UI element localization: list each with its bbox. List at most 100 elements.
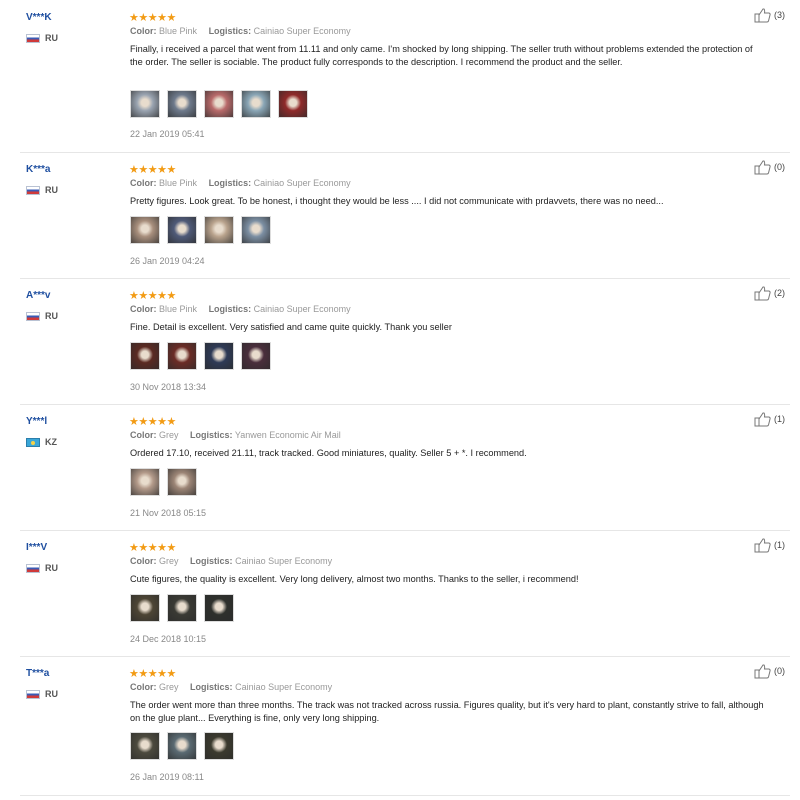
review-photo[interactable] [130, 216, 160, 244]
helpful-count: (3) [774, 10, 785, 20]
star-rating: ★★★★★ [129, 416, 176, 428]
helpful-button[interactable]: (0) [754, 663, 785, 679]
color-value: Grey [159, 430, 179, 440]
review-item: T***a RU ★★★★★ Color: Grey Logistics: Ca… [20, 664, 790, 796]
reviewer-country: RU [26, 689, 58, 699]
review-date: 22 Jan 2019 05:41 [130, 129, 205, 139]
helpful-button[interactable]: (1) [754, 537, 785, 553]
review-text: The order went more than three months. T… [130, 700, 764, 723]
order-info: Color: Blue Pink Logistics: Cainiao Supe… [130, 178, 351, 188]
country-flag-icon [26, 437, 40, 447]
reviewer-name[interactable]: T***a [26, 668, 49, 679]
review-photo[interactable] [130, 594, 160, 622]
country-code: RU [45, 33, 58, 43]
divider [20, 656, 790, 657]
helpful-count: (1) [774, 414, 785, 424]
review-item: Y***l KZ ★★★★★ Color: Grey Logistics: Ya… [20, 412, 790, 531]
review-photos [130, 468, 197, 496]
divider [20, 530, 790, 531]
logistics-value: Cainiao Super Economy [253, 26, 351, 36]
logistics-label: Logistics: [190, 430, 233, 440]
order-info: Color: Grey Logistics: Yanwen Economic A… [130, 430, 341, 440]
review-date: 30 Nov 2018 13:34 [130, 382, 207, 392]
review-photo[interactable] [278, 90, 308, 118]
review-photo[interactable] [204, 90, 234, 118]
star-rating: ★★★★★ [129, 164, 176, 176]
review-photos [130, 216, 271, 244]
reviewer-country: RU [26, 33, 58, 43]
review-item: I***V RU ★★★★★ Color: Grey Logistics: Ca… [20, 538, 790, 657]
helpful-count: (2) [774, 288, 785, 298]
divider [20, 152, 790, 153]
reviewer-country: RU [26, 563, 58, 573]
logistics-value: Cainiao Super Economy [235, 682, 333, 692]
review-text: Fine. Detail is excellent. Very satisfie… [130, 322, 452, 332]
review-photo[interactable] [167, 216, 197, 244]
country-code: RU [45, 563, 58, 573]
color-label: Color: [130, 178, 157, 188]
color-label: Color: [130, 556, 157, 566]
color-label: Color: [130, 682, 157, 692]
review-photos [130, 594, 234, 622]
reviewer-country: RU [26, 185, 58, 195]
review-photo[interactable] [130, 468, 160, 496]
logistics-label: Logistics: [190, 556, 233, 566]
star-rating: ★★★★★ [129, 542, 176, 554]
reviewer-name[interactable]: K***a [26, 164, 50, 175]
review-photo[interactable] [167, 594, 197, 622]
review-photo[interactable] [167, 732, 197, 760]
logistics-value: Cainiao Super Economy [235, 556, 333, 566]
review-photo[interactable] [241, 342, 271, 370]
review-item: A***v RU ★★★★★ Color: Blue Pink Logistic… [20, 286, 790, 405]
helpful-count: (0) [774, 162, 785, 172]
review-photos [130, 90, 308, 118]
thumbs-up-icon [754, 8, 771, 23]
review-item: V***K RU ★★★★★ Color: Blue Pink Logistic… [20, 8, 790, 153]
review-photo[interactable] [130, 342, 160, 370]
review-photo[interactable] [241, 90, 271, 118]
reviewer-name[interactable]: Y***l [26, 416, 47, 427]
reviewer-country: RU [26, 311, 58, 321]
review-text: Pretty figures. Look great. To be honest… [130, 196, 664, 206]
review-photo[interactable] [167, 342, 197, 370]
country-flag-icon [26, 563, 40, 573]
thumbs-up-icon [754, 664, 771, 679]
thumbs-up-icon [754, 160, 771, 175]
review-item: K***a RU ★★★★★ Color: Blue Pink Logistic… [20, 160, 790, 279]
review-photo[interactable] [241, 216, 271, 244]
reviewer-name[interactable]: A***v [26, 290, 50, 301]
color-value: Blue Pink [159, 26, 198, 36]
order-info: Color: Grey Logistics: Cainiao Super Eco… [130, 556, 332, 566]
helpful-button[interactable]: (0) [754, 159, 785, 175]
star-rating: ★★★★★ [129, 668, 176, 680]
logistics-value: Cainiao Super Economy [253, 304, 351, 314]
review-photo[interactable] [204, 216, 234, 244]
review-photo[interactable] [167, 468, 197, 496]
review-photo[interactable] [130, 90, 160, 118]
logistics-label: Logistics: [208, 178, 252, 188]
review-photos [130, 732, 234, 760]
reviewer-country: KZ [26, 437, 57, 447]
review-photo[interactable] [204, 342, 234, 370]
review-photo[interactable] [130, 732, 160, 760]
review-photo[interactable] [167, 90, 197, 118]
color-value: Grey [159, 556, 179, 566]
divider [20, 795, 790, 796]
helpful-button[interactable]: (3) [754, 7, 785, 23]
color-label: Color: [130, 430, 157, 440]
helpful-button[interactable]: (1) [754, 411, 785, 427]
country-flag-icon [26, 185, 40, 195]
logistics-value: Yanwen Economic Air Mail [234, 430, 341, 440]
logistics-value: Cainiao Super Economy [253, 178, 351, 188]
review-photo[interactable] [204, 594, 234, 622]
reviewer-name[interactable]: V***K [26, 12, 52, 23]
helpful-count: (0) [774, 666, 785, 676]
country-code: RU [45, 185, 58, 195]
thumbs-up-icon [754, 286, 771, 301]
country-code: KZ [45, 437, 57, 447]
star-rating: ★★★★★ [129, 290, 176, 302]
reviewer-name[interactable]: I***V [26, 542, 47, 553]
helpful-button[interactable]: (2) [754, 285, 785, 301]
review-text: Cute figures, the quality is excellent. … [130, 574, 579, 584]
review-photo[interactable] [204, 732, 234, 760]
